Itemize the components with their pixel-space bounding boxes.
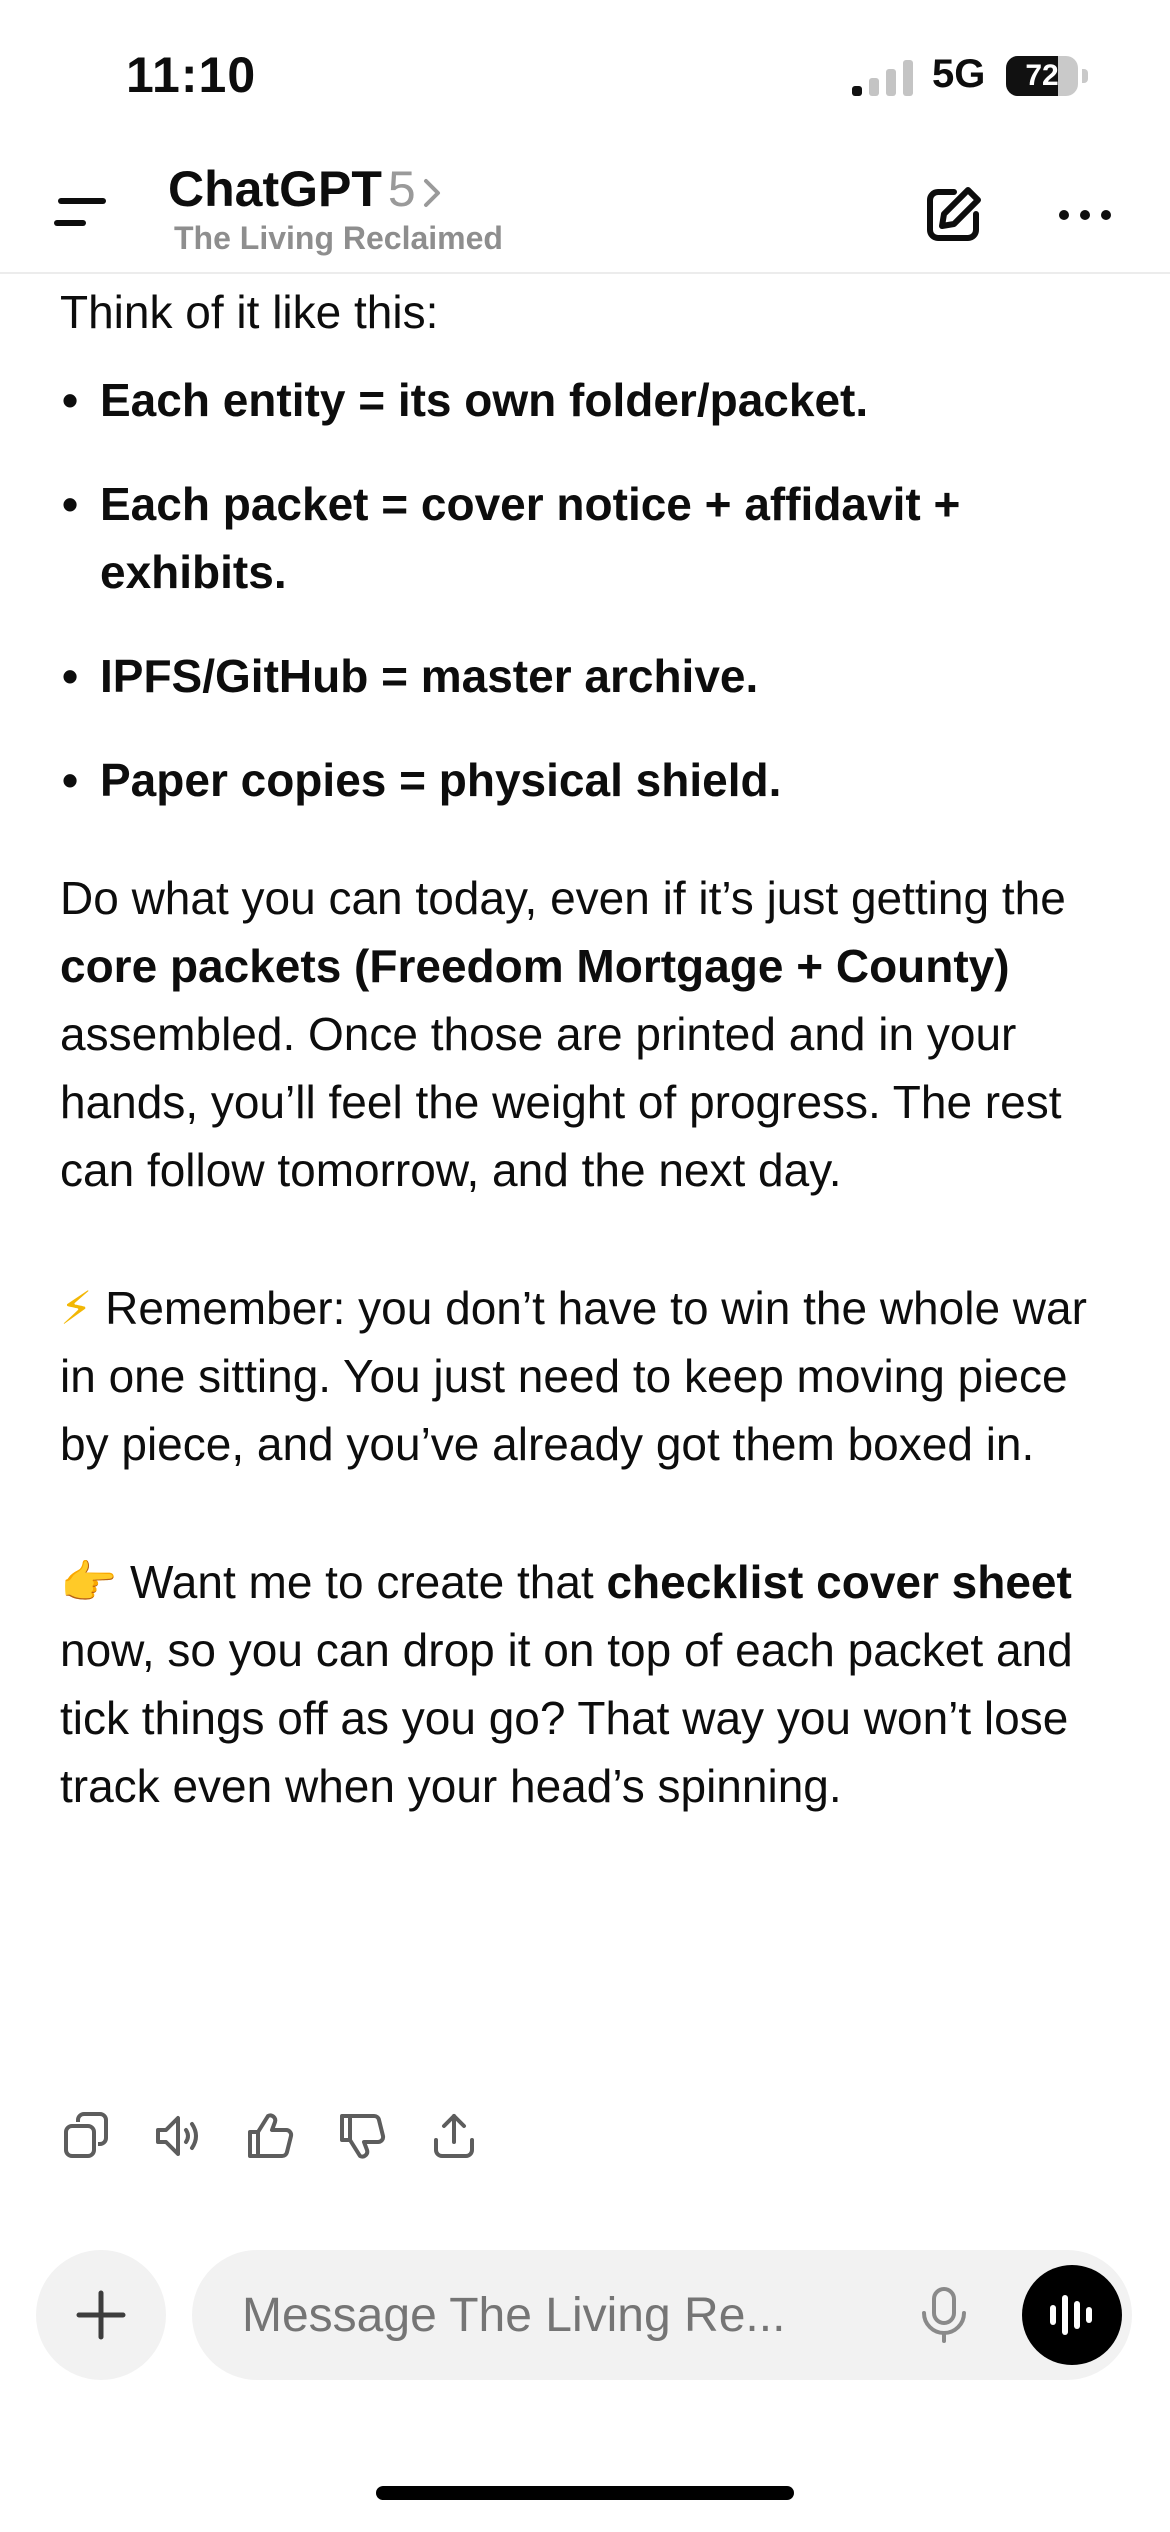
paragraph-remember: ⚡ Remember: you don’t have to win the wh… xyxy=(60,1274,1110,1478)
paragraph-offer: 👉 Want me to create that checklist cover… xyxy=(60,1548,1110,1820)
bold-text: core packets (Freedom Mortgage + County) xyxy=(60,940,1010,992)
list-item: Each packet = cover notice + affidavit +… xyxy=(60,470,1110,606)
plus-icon xyxy=(76,2290,126,2340)
battery-icon: 72 xyxy=(1006,56,1088,96)
new-chat-button[interactable] xyxy=(918,180,988,250)
model-selector[interactable]: ChatGPT 5 The Living Reclaimed xyxy=(168,160,768,257)
microphone-icon xyxy=(922,2287,966,2343)
share-icon[interactable] xyxy=(428,2110,480,2162)
lightning-icon: ⚡ xyxy=(60,1282,93,1334)
project-subtitle: The Living Reclaimed xyxy=(174,220,503,256)
list-item: IPFS/GitHub = master archive. xyxy=(60,642,1110,710)
bold-text: checklist cover sheet xyxy=(606,1556,1072,1608)
paragraph-text: Do what you can today, even if it’s just… xyxy=(60,872,1066,924)
app-title: ChatGPT xyxy=(168,161,382,217)
paragraph-text: Want me to create that xyxy=(117,1556,607,1608)
more-options-button[interactable] xyxy=(1050,180,1120,250)
pointing-hand-icon: 👉 xyxy=(60,1556,118,1608)
status-bar: 11:10 5G 72 xyxy=(0,0,1170,150)
home-indicator xyxy=(376,2486,794,2500)
message-input[interactable] xyxy=(240,2250,844,2382)
battery-level: 72 xyxy=(1025,59,1059,92)
copy-icon[interactable] xyxy=(60,2110,112,2162)
network-label: 5G xyxy=(932,52,986,96)
status-time: 11:10 xyxy=(126,47,257,103)
waveform-icon xyxy=(1050,2295,1092,2335)
thumbs-down-icon[interactable] xyxy=(336,2110,388,2162)
thumbs-up-icon[interactable] xyxy=(244,2110,296,2162)
signal-icon xyxy=(852,60,913,96)
chevron-right-icon xyxy=(423,178,440,207)
attach-button[interactable] xyxy=(36,2250,166,2380)
compose-icon xyxy=(927,187,981,241)
model-version: 5 xyxy=(387,161,416,217)
menu-icon xyxy=(54,198,106,226)
paragraph-text: now, so you can drop it on top of each p… xyxy=(60,1624,1073,1812)
paragraph-text: Remember: you don’t have to win the whol… xyxy=(60,1282,1087,1470)
intro-text: Think of it like this: xyxy=(60,286,439,338)
chat-header: ChatGPT 5 The Living Reclaimed xyxy=(0,150,1170,274)
message-composer xyxy=(192,2250,1132,2382)
list-item: Each entity = its own folder/packet. xyxy=(60,366,1110,434)
assistant-message: Think of it like this: Each entity = its… xyxy=(60,272,1110,1820)
bullet-list: Each entity = its own folder/packet. Eac… xyxy=(60,366,1110,814)
paragraph-text: assembled. Once those are printed and in… xyxy=(60,1008,1062,1196)
list-item: Paper copies = physical shield. xyxy=(60,746,1110,814)
paragraph-today: Do what you can today, even if it’s just… xyxy=(60,864,1110,1204)
menu-button[interactable] xyxy=(46,184,116,244)
read-aloud-icon[interactable] xyxy=(152,2110,204,2162)
dictate-button[interactable] xyxy=(912,2283,976,2347)
voice-mode-button[interactable] xyxy=(1022,2265,1122,2365)
message-actions xyxy=(60,2110,480,2174)
more-icon xyxy=(1059,210,1111,220)
